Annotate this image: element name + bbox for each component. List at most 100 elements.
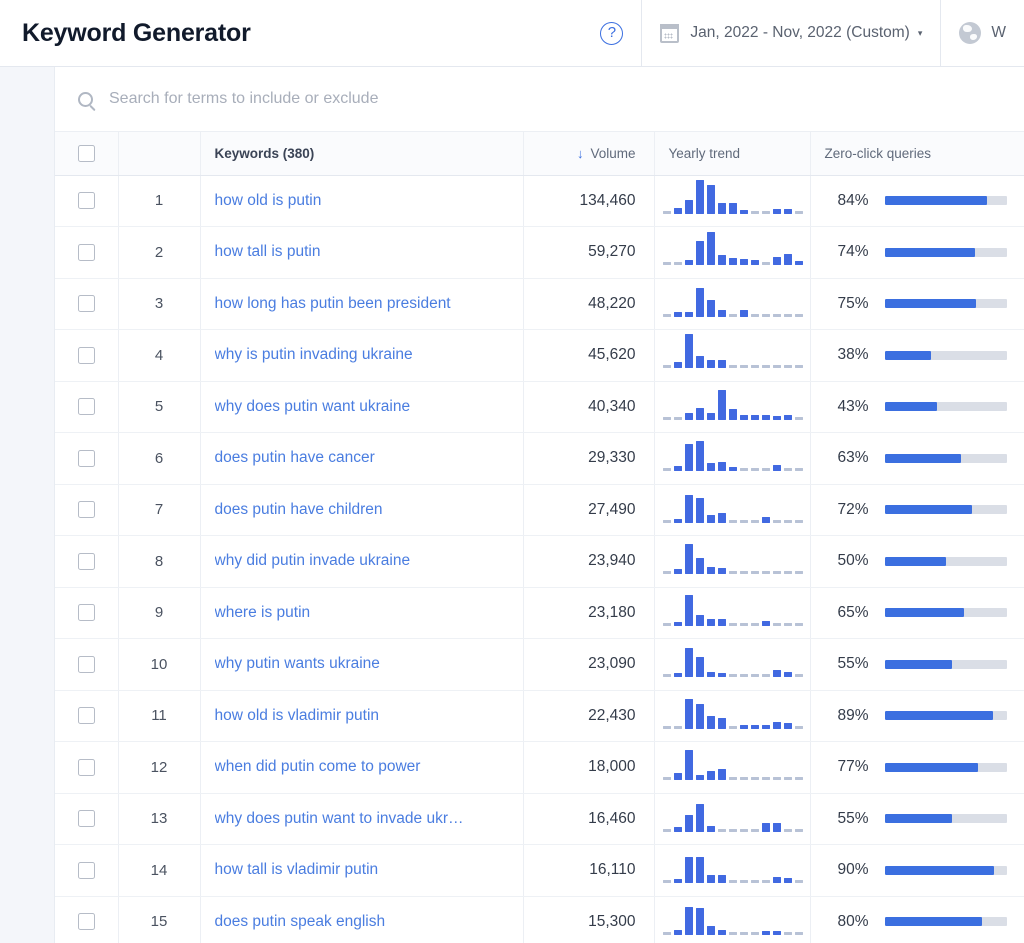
table-row[interactable]: 6does putin have cancer29,33063%: [55, 433, 1024, 485]
trend-bar: [784, 415, 792, 420]
row-select-cell[interactable]: [55, 793, 118, 845]
trend-bar: [718, 829, 726, 832]
row-select-cell[interactable]: [55, 330, 118, 382]
keyword-link[interactable]: does putin have cancer: [215, 449, 509, 467]
table-row[interactable]: 14how tall is vladimir putin16,11090%: [55, 845, 1024, 897]
keyword-link[interactable]: does putin speak english: [215, 913, 509, 931]
trend-bar: [685, 815, 693, 832]
table-row[interactable]: 13why does putin want to invade ukr…16,4…: [55, 793, 1024, 845]
zero-click-bar-track: [885, 196, 1007, 205]
row-volume: 23,090: [523, 639, 654, 691]
select-all-header[interactable]: [55, 132, 118, 175]
row-checkbox[interactable]: [78, 862, 95, 879]
keyword-link[interactable]: why is putin invading ukraine: [215, 346, 509, 364]
table-row[interactable]: 9where is putin23,18065%: [55, 587, 1024, 639]
row-trend-cell: [654, 896, 810, 943]
question-mark-circle-icon[interactable]: ?: [600, 22, 623, 45]
row-select-cell[interactable]: [55, 433, 118, 485]
keyword-link[interactable]: when did putin come to power: [215, 758, 509, 776]
row-checkbox[interactable]: [78, 347, 95, 364]
trend-bar: [718, 930, 726, 935]
row-select-cell[interactable]: [55, 536, 118, 588]
table-row[interactable]: 12when did putin come to power18,00077%: [55, 742, 1024, 794]
trend-bar: [729, 726, 737, 729]
row-checkbox[interactable]: [78, 398, 95, 415]
table-row[interactable]: 10why putin wants ukraine23,09055%: [55, 639, 1024, 691]
sort-descending-icon[interactable]: ↓: [577, 146, 584, 161]
search-input[interactable]: [109, 90, 749, 108]
trend-bar: [762, 262, 770, 265]
volume-column-header[interactable]: ↓Volume: [523, 132, 654, 175]
row-zero-click-cell: 55%: [810, 793, 1024, 845]
row-checkbox[interactable]: [78, 553, 95, 570]
table-row[interactable]: 3how long has putin been president48,220…: [55, 278, 1024, 330]
yearly-trend-column-header[interactable]: Yearly trend: [654, 132, 810, 175]
country-selector[interactable]: W: [941, 0, 1024, 67]
zero-click-bar-fill: [885, 351, 931, 360]
row-checkbox[interactable]: [78, 192, 95, 209]
trend-bar: [707, 771, 715, 780]
row-select-cell[interactable]: [55, 484, 118, 536]
row-select-cell[interactable]: [55, 639, 118, 691]
table-row[interactable]: 5why does putin want ukraine40,34043%: [55, 381, 1024, 433]
zero-click-percent: 43%: [825, 398, 869, 416]
trend-bar: [795, 829, 803, 832]
help-button[interactable]: ?: [582, 0, 641, 67]
zero-click-percent: 89%: [825, 707, 869, 725]
table-row[interactable]: 2how tall is putin59,27074%: [55, 227, 1024, 279]
keyword-link[interactable]: how tall is putin: [215, 243, 509, 261]
keyword-link[interactable]: why putin wants ukraine: [215, 655, 509, 673]
zero-click-column-header[interactable]: Zero-click queries: [810, 132, 1024, 175]
row-checkbox[interactable]: [78, 810, 95, 827]
row-select-cell[interactable]: [55, 587, 118, 639]
row-checkbox[interactable]: [78, 450, 95, 467]
row-select-cell[interactable]: [55, 175, 118, 227]
row-checkbox[interactable]: [78, 604, 95, 621]
select-all-checkbox[interactable]: [78, 145, 95, 162]
row-checkbox[interactable]: [78, 244, 95, 261]
row-select-cell[interactable]: [55, 690, 118, 742]
keyword-link[interactable]: how tall is vladimir putin: [215, 861, 509, 879]
row-select-cell[interactable]: [55, 845, 118, 897]
zero-click-bar-fill: [885, 866, 995, 875]
trend-bar: [707, 463, 715, 471]
row-select-cell[interactable]: [55, 742, 118, 794]
row-trend-cell: [654, 175, 810, 227]
keyword-link[interactable]: why does putin want ukraine: [215, 398, 509, 416]
row-select-cell[interactable]: [55, 896, 118, 943]
table-row[interactable]: 7does putin have children27,49072%: [55, 484, 1024, 536]
table-row[interactable]: 1how old is putin134,46084%: [55, 175, 1024, 227]
table-row[interactable]: 8why did putin invade ukraine23,94050%: [55, 536, 1024, 588]
trend-bar: [795, 880, 803, 883]
row-rank: 3: [118, 278, 200, 330]
row-checkbox[interactable]: [78, 707, 95, 724]
row-select-cell[interactable]: [55, 381, 118, 433]
keyword-link[interactable]: does putin have children: [215, 501, 509, 519]
keyword-link[interactable]: why did putin invade ukraine: [215, 552, 509, 570]
trend-sparkline: [655, 181, 803, 221]
table-row[interactable]: 15does putin speak english15,30080%: [55, 896, 1024, 943]
keyword-link[interactable]: how old is putin: [215, 192, 509, 210]
keyword-link[interactable]: why does putin want to invade ukr…: [215, 810, 509, 828]
zero-click-percent: 63%: [825, 449, 869, 467]
keywords-column-header[interactable]: Keywords (380): [200, 132, 523, 175]
table-row[interactable]: 11how old is vladimir putin22,43089%: [55, 690, 1024, 742]
row-checkbox[interactable]: [78, 759, 95, 776]
row-checkbox[interactable]: [78, 295, 95, 312]
row-checkbox[interactable]: [78, 501, 95, 518]
chevron-down-icon[interactable]: ▾: [918, 28, 923, 39]
row-checkbox[interactable]: [78, 913, 95, 930]
keyword-link[interactable]: where is putin: [215, 604, 509, 622]
trend-bar: [729, 932, 737, 935]
keyword-link[interactable]: how old is vladimir putin: [215, 707, 509, 725]
trend-bar: [696, 908, 704, 935]
trend-bar: [663, 520, 671, 523]
date-range-selector[interactable]: Jan, 2022 - Nov, 2022 (Custom) ▾: [642, 0, 940, 67]
keyword-link[interactable]: how long has putin been president: [215, 295, 509, 313]
row-checkbox[interactable]: [78, 656, 95, 673]
row-select-cell[interactable]: [55, 227, 118, 279]
table-row[interactable]: 4why is putin invading ukraine45,62038%: [55, 330, 1024, 382]
row-keyword-cell: how long has putin been president: [200, 278, 523, 330]
trend-bar: [751, 932, 759, 935]
row-select-cell[interactable]: [55, 278, 118, 330]
